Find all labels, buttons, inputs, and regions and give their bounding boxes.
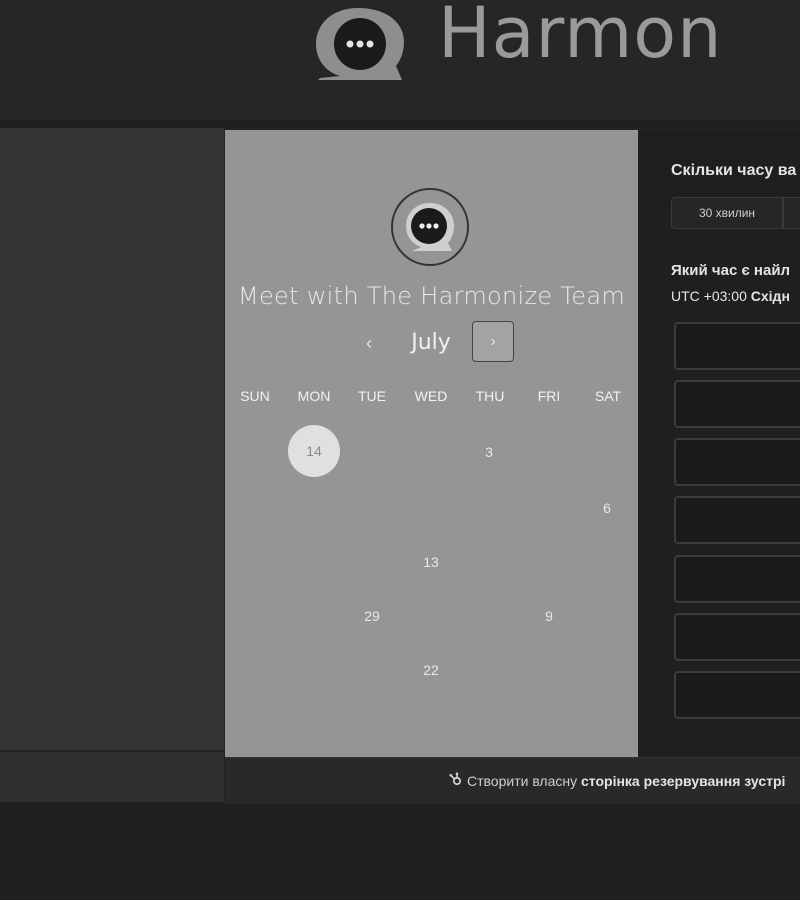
calendar-day[interactable]: 13 xyxy=(411,554,451,570)
footer: Створити власну сторінка резервування зу… xyxy=(225,757,800,804)
weekday-tue: TUE xyxy=(358,388,386,404)
selected-day[interactable]: 14 xyxy=(288,425,340,477)
timezone-label[interactable]: UTC +03:00 Східн xyxy=(671,288,790,304)
avatar xyxy=(391,188,469,266)
calendar-day[interactable]: 29 xyxy=(352,608,392,624)
duration-question: Скільки часу ва xyxy=(671,162,797,179)
month-label: July xyxy=(411,330,451,355)
hubspot-sprocket-icon xyxy=(449,772,463,789)
duration-30-button[interactable]: 30 хвилин xyxy=(671,197,783,229)
weekday-header: SUN MON TUE WED THU FRI SAT xyxy=(225,388,638,408)
next-month-button[interactable]: › xyxy=(472,321,514,362)
timezone-offset: UTC +03:00 xyxy=(671,288,747,304)
booking-options-panel: Скільки часу ва 30 хвилин Який час є най… xyxy=(638,130,800,757)
time-question: Який час є найл xyxy=(671,262,791,279)
time-slot[interactable] xyxy=(674,613,800,661)
left-backdrop-footer xyxy=(0,752,224,802)
chat-bubble-logo-icon xyxy=(316,8,404,80)
prev-month-button[interactable]: ‹ xyxy=(358,330,380,356)
chat-bubble-icon xyxy=(406,203,454,251)
header: Harmon xyxy=(0,0,800,120)
calendar-day[interactable]: 6 xyxy=(587,500,627,516)
header-divider xyxy=(0,120,800,128)
time-slot[interactable] xyxy=(674,496,800,544)
weekday-wed: WED xyxy=(414,388,448,404)
meeting-title: Meet with The Harmonize Team xyxy=(237,282,626,310)
left-backdrop xyxy=(0,128,224,750)
weekday-thu: THU xyxy=(475,388,505,404)
footer-text-strong: сторінка резервування зустрі xyxy=(581,773,786,789)
time-slot[interactable] xyxy=(674,380,800,428)
duration-next-button[interactable] xyxy=(783,197,800,229)
calendar-day[interactable]: 9 xyxy=(529,608,569,624)
weekday-sat: SAT xyxy=(594,388,622,404)
time-slot[interactable] xyxy=(674,322,800,370)
timezone-name: Східн xyxy=(750,288,790,304)
calendar-panel: Meet with The Harmonize Team ‹ July › SU… xyxy=(225,130,638,757)
weekday-mon: MON xyxy=(297,388,331,404)
weekday-sun: SUN xyxy=(240,388,270,404)
time-slot[interactable] xyxy=(674,555,800,603)
time-slot[interactable] xyxy=(674,438,800,486)
footer-text-prefix: Створити власну xyxy=(467,773,578,789)
create-booking-page-link[interactable]: Створити власну сторінка резервування зу… xyxy=(449,772,785,789)
calendar-day[interactable]: 22 xyxy=(411,662,451,678)
calendar-day[interactable]: 3 xyxy=(469,444,509,460)
bottom-backdrop xyxy=(0,802,800,900)
weekday-fri: FRI xyxy=(537,388,561,404)
brand-name: Harmon xyxy=(438,0,723,74)
time-slot[interactable] xyxy=(674,671,800,719)
